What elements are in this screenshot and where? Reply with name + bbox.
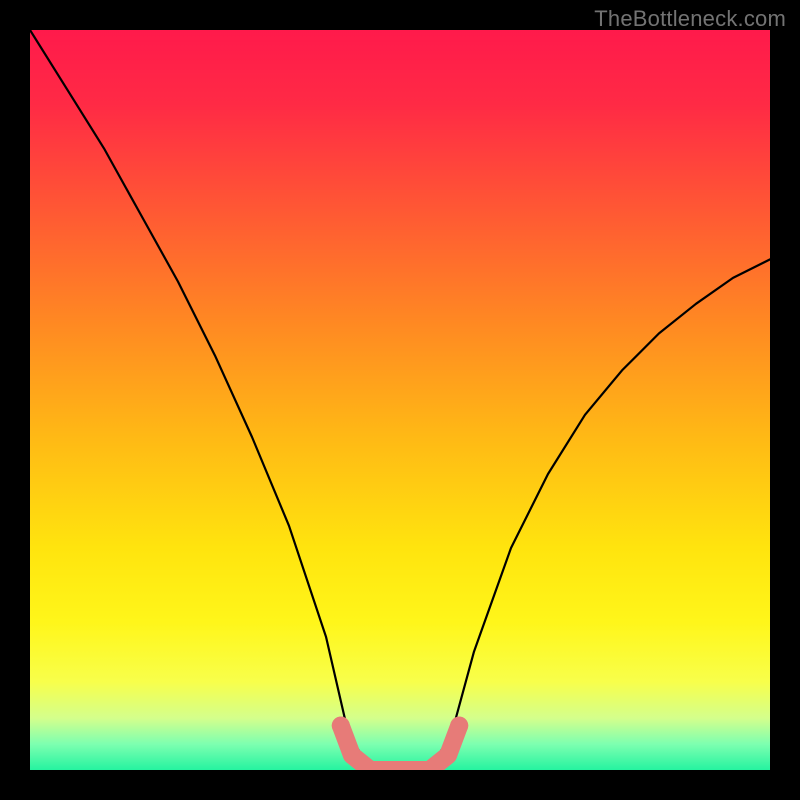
gradient-background <box>30 30 770 770</box>
chart-frame: TheBottleneck.com <box>0 0 800 800</box>
highlight-endpoint-left <box>332 717 350 735</box>
watermark-text: TheBottleneck.com <box>594 6 786 32</box>
bottleneck-chart <box>30 30 770 770</box>
plot-area <box>30 30 770 770</box>
highlight-endpoint-right <box>450 717 468 735</box>
